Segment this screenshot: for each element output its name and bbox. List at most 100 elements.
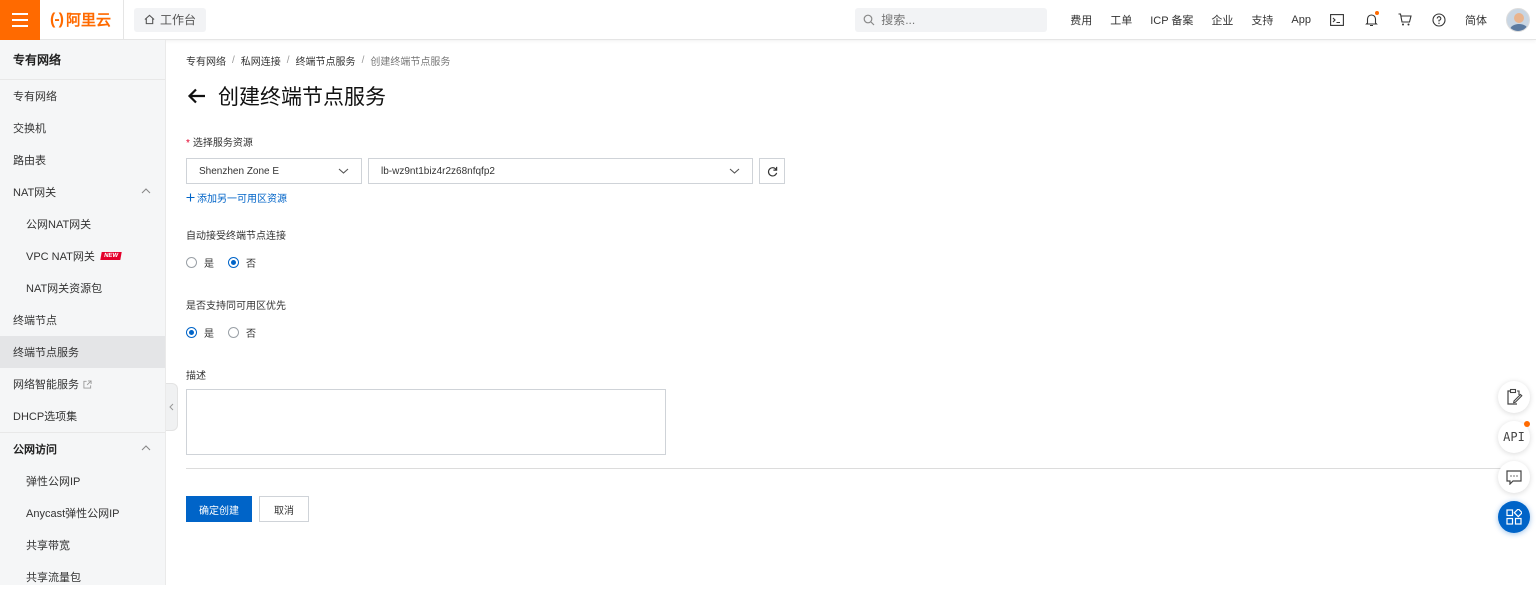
confirm-create-button[interactable]: 确定创建 bbox=[186, 496, 252, 522]
zone-affinity-yes-radio[interactable]: 是 bbox=[186, 325, 214, 340]
help-icon[interactable] bbox=[1430, 11, 1448, 29]
zone-affinity-no-radio[interactable]: 否 bbox=[228, 325, 256, 340]
aliyun-logo[interactable]: (-) 阿里云 bbox=[50, 0, 124, 40]
breadcrumb-item[interactable]: 专有网络 bbox=[186, 53, 226, 68]
refresh-button[interactable] bbox=[759, 158, 785, 184]
auto-accept-yes-radio[interactable]: 是 bbox=[186, 255, 214, 270]
zone-select[interactable]: Shenzhen Zone E bbox=[186, 158, 362, 184]
description-field: 描述 bbox=[186, 367, 1516, 455]
notification-dot bbox=[1375, 10, 1379, 15]
float-tool-feedback[interactable] bbox=[1498, 461, 1530, 493]
sidebar-item-label: 弹性公网IP bbox=[26, 476, 81, 488]
sidebar-item-label: DHCP选项集 bbox=[13, 411, 78, 423]
sidebar-item-label: VPC NAT网关 bbox=[26, 251, 95, 263]
terminal-icon[interactable] bbox=[1328, 11, 1346, 29]
plus-icon bbox=[186, 193, 195, 202]
resource-select[interactable]: lb-wz9nt1biz4r2z68nfqfp2 bbox=[368, 158, 753, 184]
search-icon bbox=[863, 14, 875, 25]
sidebar-item-shared-bandwidth[interactable]: 共享带宽 bbox=[0, 529, 165, 561]
refresh-icon bbox=[767, 166, 777, 176]
required-mark: * bbox=[186, 138, 190, 149]
nav-link-icp[interactable]: ICP 备案 bbox=[1150, 12, 1193, 28]
cancel-button[interactable]: 取消 bbox=[259, 496, 309, 522]
search-box[interactable] bbox=[855, 7, 1048, 32]
radio-circle-selected bbox=[186, 326, 197, 338]
sidebar-item-nat-package[interactable]: NAT网关资源包 bbox=[0, 272, 165, 304]
user-avatar[interactable] bbox=[1506, 7, 1530, 32]
auto-accept-no-radio[interactable]: 否 bbox=[228, 255, 256, 270]
workbench-label: 工作台 bbox=[160, 13, 197, 27]
sidebar-item-label: 共享带宽 bbox=[26, 540, 70, 552]
sidebar-item-vpc[interactable]: 专有网络 bbox=[0, 80, 165, 112]
sidebar-item-endpoint-service[interactable]: 终端节点服务 bbox=[0, 336, 165, 368]
form-divider bbox=[186, 468, 1516, 469]
sidebar-item-vswitch[interactable]: 交换机 bbox=[0, 112, 165, 144]
chevron-left-icon bbox=[169, 403, 174, 411]
sidebar-item-label: 公网NAT网关 bbox=[26, 219, 92, 231]
breadcrumb-separator: / bbox=[232, 54, 235, 66]
chevron-down-icon bbox=[729, 168, 740, 174]
language-switch[interactable]: 简体 bbox=[1465, 12, 1487, 28]
add-zone-resource-link[interactable]: 添加另一可用区资源 bbox=[186, 190, 1516, 205]
sidebar-item-label: 专有网络 bbox=[13, 91, 57, 103]
service-resource-label: * 选择服务资源 bbox=[186, 134, 1516, 149]
sidebar-item-label: NAT网关资源包 bbox=[26, 283, 103, 295]
radio-circle-selected bbox=[228, 256, 239, 268]
chevron-up-icon bbox=[141, 445, 151, 451]
nav-link-enterprise[interactable]: 企业 bbox=[1211, 12, 1233, 28]
sidebar-title: 专有网络 bbox=[0, 40, 165, 80]
float-tool-notes[interactable] bbox=[1498, 381, 1530, 413]
radio-circle bbox=[228, 326, 239, 338]
radio-circle bbox=[186, 256, 197, 268]
radio-label: 否 bbox=[246, 258, 256, 270]
sidebar-item-label: Anycast弹性公网IP bbox=[26, 508, 120, 520]
external-link-icon bbox=[83, 379, 92, 389]
nav-link-app[interactable]: App bbox=[1291, 14, 1311, 26]
nav-link-support[interactable]: 支持 bbox=[1251, 12, 1273, 28]
form-actions: 确定创建 取消 bbox=[186, 496, 1516, 522]
sidebar-item-vpc-nat[interactable]: VPC NAT网关 NEW bbox=[0, 240, 165, 272]
sidebar-item-label: 网络智能服务 bbox=[13, 379, 79, 391]
zone-affinity-radio-group: 是 否 bbox=[186, 325, 1516, 340]
resource-select-row: Shenzhen Zone E lb-wz9nt1biz4r2z68nfqfp2 bbox=[186, 158, 1516, 184]
search-input[interactable] bbox=[881, 12, 1032, 27]
bell-icon[interactable] bbox=[1362, 10, 1380, 29]
float-tool-api[interactable]: API bbox=[1498, 421, 1530, 453]
description-label: 描述 bbox=[186, 371, 206, 382]
sidebar-item-shared-traffic[interactable]: 共享流量包 bbox=[0, 561, 165, 593]
sidebar-item-endpoint[interactable]: 终端节点 bbox=[0, 304, 165, 336]
sidebar-item-network-intelligence[interactable]: 网络智能服务 bbox=[0, 368, 165, 400]
description-textarea[interactable] bbox=[186, 389, 666, 455]
workbench-button[interactable]: 工作台 bbox=[134, 7, 207, 32]
sidebar-item-label: NAT网关 bbox=[13, 187, 57, 199]
sidebar-group-nat-gateway[interactable]: NAT网关 bbox=[0, 176, 165, 208]
nav-link-tickets[interactable]: 工单 bbox=[1110, 12, 1132, 28]
logo-text: 阿里云 bbox=[65, 12, 111, 29]
breadcrumb-item[interactable]: 私网连接 bbox=[241, 53, 281, 68]
zone-affinity-field: 是否支持同可用区优先 是 否 bbox=[186, 297, 1516, 340]
sidebar-item-public-nat[interactable]: 公网NAT网关 bbox=[0, 208, 165, 240]
nav-link-billing[interactable]: 费用 bbox=[1070, 12, 1092, 28]
menu-icon[interactable] bbox=[0, 0, 40, 40]
logo-mark: (-) bbox=[50, 10, 64, 28]
sidebar-item-anycast-eip[interactable]: Anycast弹性公网IP bbox=[0, 497, 165, 529]
back-arrow-icon[interactable] bbox=[186, 85, 208, 107]
sidebar-item-label: 共享流量包 bbox=[26, 572, 81, 584]
sidebar-item-label: 终端节点 bbox=[13, 315, 57, 327]
radio-label: 是 bbox=[204, 258, 214, 270]
cart-icon[interactable] bbox=[1396, 11, 1414, 29]
zone-affinity-label: 是否支持同可用区优先 bbox=[186, 301, 286, 312]
radio-label: 否 bbox=[246, 328, 256, 340]
float-tool-apps[interactable] bbox=[1498, 501, 1530, 533]
breadcrumb-separator: / bbox=[361, 54, 365, 66]
sidebar-collapse-handle[interactable] bbox=[166, 383, 178, 431]
sidebar-item-eip[interactable]: 弹性公网IP bbox=[0, 465, 165, 497]
breadcrumb-separator: / bbox=[286, 54, 290, 66]
sidebar-item-dhcp[interactable]: DHCP选项集 bbox=[0, 400, 165, 432]
sidebar-group-public-access[interactable]: 公网访问 bbox=[0, 433, 165, 465]
top-navigation-bar: (-) 阿里云 工作台 费用 工单 ICP 备案 企业 支持 App 简体 bbox=[0, 0, 1536, 40]
page-title: 创建终端节点服务 bbox=[218, 86, 386, 109]
sidebar-item-route-table[interactable]: 路由表 bbox=[0, 144, 165, 176]
breadcrumb-item[interactable]: 终端节点服务 bbox=[296, 53, 356, 68]
clipboard-edit-icon bbox=[1507, 388, 1523, 405]
